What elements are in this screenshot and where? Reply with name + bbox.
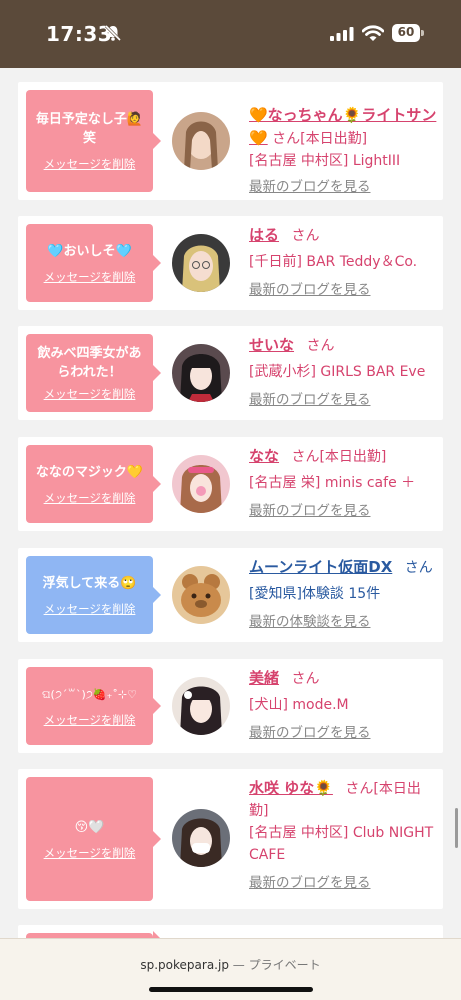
profile-info: ムーンライト仮面DX さん [愛知県]体験談 15件 最新の体験談を見る (249, 556, 439, 633)
url-domain: sp.pokepara.jp (140, 958, 229, 972)
message-bubble: 🩵おいしそ🩵 メッセージを削除 (26, 224, 161, 302)
message-bubble: 😚🤍 メッセージを削除 (26, 777, 161, 901)
profile-info: 美緒 さん [犬山] mode.M 最新のブログを見る (249, 667, 439, 744)
message-bubble: 毎日予定なし子🙋 笑 メッセージを削除 (26, 90, 161, 192)
delete-message-link[interactable]: メッセージを削除 (44, 386, 136, 402)
honorific: さん (345, 781, 374, 797)
latest-blog-link[interactable]: 最新のブログを見る (249, 389, 371, 411)
cast-name-link[interactable]: はる (249, 226, 279, 244)
battery-icon: 60 (392, 24, 424, 42)
honorific: さん (291, 228, 320, 244)
reviewer-name-link[interactable]: ムーンライト仮面DX (249, 558, 392, 576)
message-text: 😚🤍 (74, 819, 105, 835)
message-text: ななのマジック💛 (35, 464, 144, 480)
message-text: 毎日予定なし子🙋 笑 (35, 112, 144, 146)
clock: 17:33 (46, 22, 113, 46)
message-text: ଘ(੭ˊ꒳ˋ)੭🍓₊˚⊹♡ (42, 687, 137, 701)
cast-name-link[interactable]: 水咲 ゆな🌻 (249, 779, 333, 797)
url-text[interactable]: sp.pokepara.jp — プライベート (0, 956, 461, 973)
profile-info: せいな さん [武蔵小杉] GIRLS BAR Eve 最新のブログを見る (249, 334, 439, 411)
latest-blog-link[interactable]: 最新のブログを見る (249, 722, 371, 744)
honorific: さん (291, 671, 320, 687)
avatar[interactable] (172, 112, 230, 170)
latest-blog-link[interactable]: 最新のブログを見る (249, 872, 371, 894)
honorific: さん (291, 449, 320, 465)
list-item: 飲みべ四季女があらわれた！ メッセージを削除 せいな さん [武蔵小杉] GIR… (18, 326, 443, 420)
list-item: ଘ(੭ˊ꒳ˋ)੭🍓₊˚⊹♡ メッセージを削除 美緒 さん [犬山] mode.M… (18, 659, 443, 753)
delete-message-link[interactable]: メッセージを削除 (44, 156, 136, 172)
avatar[interactable] (172, 566, 230, 624)
message-text: 🩵おいしそ🩵 (47, 243, 132, 259)
shop-info: [武蔵小杉] GIRLS BAR Eve (249, 364, 426, 380)
delete-message-link[interactable]: メッセージを削除 (44, 845, 136, 861)
delete-message-link[interactable]: メッセージを削除 (44, 712, 136, 728)
private-mode-label: プライベート (248, 958, 321, 972)
list-item: 浮気して来る🙄 メッセージを削除 ムーンライト仮面DX さん [愛知県]体験談 … (18, 548, 443, 642)
attendance-badge: [本日出勤] (319, 449, 387, 465)
profile-info: はる さん [千日前] BAR Teddy＆Co. 最新のブログを見る (249, 224, 439, 301)
review-info: [愛知県]体験談 15件 (249, 586, 381, 602)
list-item: 🩵おいしそ🩵 メッセージを削除 はる さん [千日前] BAR Teddy＆Co… (18, 216, 443, 310)
latest-review-link[interactable]: 最新の体験談を見る (249, 611, 371, 633)
shop-info: [名古屋 中村区] LightIII (249, 153, 401, 169)
message-bubble: 飲みべ四季女があらわれた！ メッセージを削除 (26, 334, 161, 412)
latest-blog-link[interactable]: 最新のブログを見る (249, 500, 371, 522)
delete-message-link[interactable]: メッセージを削除 (44, 601, 136, 617)
url-separator: — (232, 958, 245, 972)
cellular-signal-icon (330, 27, 354, 41)
shop-info: [犬山] mode.M (249, 697, 349, 713)
honorific: さん (306, 338, 335, 354)
message-text: 飲みべ四季女があらわれた！ (37, 346, 142, 380)
avatar[interactable] (172, 809, 230, 867)
honorific: さん (404, 560, 433, 576)
bell-muted-icon (104, 24, 122, 42)
list-item: 😚🤍 メッセージを削除 水咲 ゆな🌻 さん[本日出勤] [名古屋 中村区] Cl… (18, 769, 443, 909)
scrollbar[interactable] (455, 808, 458, 848)
cast-name-link[interactable]: なな (249, 447, 279, 465)
message-bubble: 浮気して来る🙄 メッセージを削除 (26, 556, 161, 634)
status-bar: 17:33 60 (0, 0, 461, 68)
shop-info: [名古屋 中村区] Club NIGHT CAFE (249, 825, 434, 863)
attendance-badge: [本日出勤] (300, 131, 368, 147)
delete-message-link[interactable]: メッセージを削除 (44, 269, 136, 285)
cast-name-link[interactable]: せいな (249, 336, 294, 354)
message-bubble: ななのマジック💛 メッセージを削除 (26, 445, 161, 523)
message-bubble: ଘ(੭ˊ꒳ˋ)੭🍓₊˚⊹♡ メッセージを削除 (26, 667, 161, 745)
profile-info: 水咲 ゆな🌻 さん[本日出勤] [名古屋 中村区] Club NIGHT CAF… (249, 777, 439, 894)
profile-info: なな さん[本日出勤] [名古屋 栄] minis cafe ＋ 最新のブログを… (249, 445, 439, 522)
list-item: ななのマジック💛 メッセージを削除 なな さん[本日出勤] [名古屋 栄] mi… (18, 437, 443, 531)
avatar[interactable] (172, 344, 230, 402)
profile-info: 🧡なっちゃん🌻ライトサン🧡 さん[本日出勤] [名古屋 中村区] LightII… (249, 104, 439, 198)
avatar[interactable] (172, 677, 230, 735)
battery-percent: 60 (397, 25, 415, 39)
home-indicator[interactable] (149, 987, 313, 992)
wifi-icon (362, 25, 384, 41)
avatar[interactable] (172, 234, 230, 292)
latest-blog-link[interactable]: 最新のブログを見る (249, 176, 371, 198)
shop-info: [名古屋 栄] minis cafe ＋ (249, 475, 416, 491)
shop-info: [千日前] BAR Teddy＆Co. (249, 254, 418, 270)
cast-name-link[interactable]: 美緒 (249, 669, 279, 687)
message-text: 浮気して来る🙄 (42, 575, 137, 591)
latest-blog-link[interactable]: 最新のブログを見る (249, 279, 371, 301)
list-item: 毎日予定なし子🙋 笑 メッセージを削除 🧡なっちゃん🌻ライトサン🧡 さん[本日出… (18, 82, 443, 200)
avatar[interactable] (172, 455, 230, 513)
honorific: さん (272, 131, 301, 147)
delete-message-link[interactable]: メッセージを削除 (44, 490, 136, 506)
